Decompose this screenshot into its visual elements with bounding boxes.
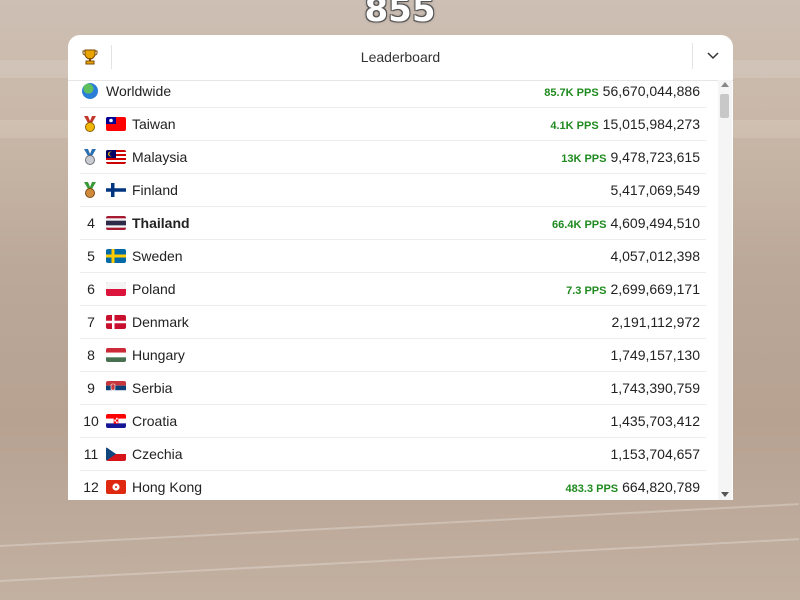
row-value: 5,417,069,549 xyxy=(606,182,700,198)
globe-icon xyxy=(82,83,98,99)
rank: 11 xyxy=(83,446,99,462)
rank: 8 xyxy=(87,347,95,363)
finland-flag-icon xyxy=(106,183,126,197)
rank: 10 xyxy=(83,413,99,429)
scroll-up-arrow-icon[interactable] xyxy=(721,82,729,87)
rank: 7 xyxy=(87,314,95,330)
croatia-flag-icon xyxy=(106,414,126,428)
total-clicks: 4,057,012,398 xyxy=(610,248,700,264)
hong-kong-flag-icon xyxy=(106,480,126,494)
header-divider xyxy=(692,43,693,69)
country-name: Worldwide xyxy=(106,83,172,99)
pps-rate: 483.3 PPS xyxy=(565,483,619,495)
rank: 6 xyxy=(87,281,95,297)
country-name: Serbia xyxy=(132,380,173,396)
denmark-flag-icon xyxy=(106,315,126,329)
list-item[interactable]: 8 Hungary 1,749,157,130 xyxy=(80,339,706,372)
serbia-flag-icon xyxy=(106,381,126,395)
row-value: 483.3 PPS 664,820,789 xyxy=(566,479,700,495)
total-clicks: 15,015,984,273 xyxy=(602,116,700,132)
total-clicks: 1,435,703,412 xyxy=(610,413,700,429)
country-name: Thailand xyxy=(132,215,190,231)
list-item[interactable]: 7 Denmark 2,191,112,972 xyxy=(80,306,706,339)
list-item[interactable]: Malaysia 13K PPS 9,478,723,615 xyxy=(80,141,706,174)
background-line xyxy=(0,538,799,582)
country-name: Malaysia xyxy=(132,149,188,165)
list-item-worldwide[interactable]: Worldwide 85.7K PPS 56,670,044,886 xyxy=(80,75,706,108)
thailand-flag-icon xyxy=(106,216,126,230)
malaysia-flag-icon xyxy=(106,150,126,164)
list-item[interactable]: 12 Hong Kong 483.3 PPS 664,820,789 xyxy=(80,471,706,500)
total-clicks: 4,609,494,510 xyxy=(610,215,700,231)
list-item[interactable]: 5 Sweden 4,057,012,398 xyxy=(80,240,706,273)
row-value: 13K PPS 9,478,723,615 xyxy=(561,149,700,165)
row-value: 2,191,112,972 xyxy=(608,314,701,330)
background-line xyxy=(0,503,799,547)
total-clicks: 1,743,390,759 xyxy=(610,380,700,396)
total-clicks: 1,153,704,657 xyxy=(610,446,700,462)
sweden-flag-icon xyxy=(106,249,126,263)
pps-rate: 13K PPS xyxy=(561,153,607,165)
leaderboard-title: Leaderboard xyxy=(360,49,441,65)
total-clicks: 664,820,789 xyxy=(622,479,700,495)
rank: 5 xyxy=(87,248,95,264)
total-clicks: 5,417,069,549 xyxy=(610,182,700,198)
leaderboard-panel: Leaderboard Worldwide 85.7K PPS 56,670,04… xyxy=(68,35,733,500)
country-name: Hungary xyxy=(132,347,185,363)
row-value: 7.3 PPS 2,699,669,171 xyxy=(566,281,700,297)
country-name: Poland xyxy=(132,281,176,297)
scrollbar[interactable] xyxy=(718,80,732,500)
scroll-down-arrow-icon[interactable] xyxy=(721,492,729,497)
chevron-down-icon[interactable] xyxy=(704,47,722,65)
leaderboard-list[interactable]: Worldwide 85.7K PPS 56,670,044,886 Taiwan… xyxy=(80,75,706,500)
czechia-flag-icon xyxy=(106,447,126,461)
row-value: 1,435,703,412 xyxy=(606,413,700,429)
list-item[interactable]: 11 Czechia 1,153,704,657 xyxy=(80,438,706,471)
taiwan-flag-icon xyxy=(106,117,126,131)
country-name: Sweden xyxy=(132,248,183,264)
total-clicks: 9,478,723,615 xyxy=(610,149,700,165)
list-item[interactable]: 10 Croatia 1,435,703,412 xyxy=(80,405,706,438)
list-item[interactable]: 9 Serbia 1,743,390,759 xyxy=(80,372,706,405)
poland-flag-icon xyxy=(106,282,126,296)
row-value: 85.7K PPS 56,670,044,886 xyxy=(544,83,700,99)
scrollbar-thumb[interactable] xyxy=(720,94,729,118)
pps-rate: 4.1K PPS xyxy=(550,120,599,132)
list-item-current-country[interactable]: 4 Thailand 66.4K PPS 4,609,494,510 xyxy=(80,207,706,240)
country-name: Taiwan xyxy=(132,116,176,132)
gold-medal-icon xyxy=(84,116,96,132)
pps-rate: 66.4K PPS xyxy=(552,219,607,231)
pps-rate: 7.3 PPS xyxy=(566,285,607,297)
pps-rate: 85.7K PPS xyxy=(544,87,599,99)
row-value: 66.4K PPS 4,609,494,510 xyxy=(552,215,700,231)
list-item[interactable]: Taiwan 4.1K PPS 15,015,984,273 xyxy=(80,108,706,141)
row-value: 1,749,157,130 xyxy=(606,347,700,363)
country-name: Hong Kong xyxy=(132,479,203,495)
row-value: 1,743,390,759 xyxy=(606,380,700,396)
silver-medal-icon xyxy=(84,149,96,165)
rank: 9 xyxy=(87,380,95,396)
country-name: Croatia xyxy=(132,413,178,429)
row-value: 1,153,704,657 xyxy=(606,446,700,462)
total-clicks: 56,670,044,886 xyxy=(602,83,700,99)
rank: 4 xyxy=(87,215,95,231)
total-clicks: 2,191,112,972 xyxy=(611,314,701,330)
country-name: Czechia xyxy=(132,446,183,462)
list-item[interactable]: 6 Poland 7.3 PPS 2,699,669,171 xyxy=(80,273,706,306)
row-value: 4,057,012,398 xyxy=(606,248,700,264)
row-value: 4.1K PPS 15,015,984,273 xyxy=(550,116,700,132)
total-clicks: 2,699,669,171 xyxy=(610,281,700,297)
hungary-flag-icon xyxy=(106,348,126,362)
list-item[interactable]: Finland 5,417,069,549 xyxy=(80,174,706,207)
score-counter: 855 xyxy=(364,0,436,30)
bronze-medal-icon xyxy=(84,182,96,198)
total-clicks: 1,749,157,130 xyxy=(610,347,700,363)
country-name: Finland xyxy=(132,182,178,198)
rank: 12 xyxy=(83,479,99,495)
country-name: Denmark xyxy=(132,314,189,330)
